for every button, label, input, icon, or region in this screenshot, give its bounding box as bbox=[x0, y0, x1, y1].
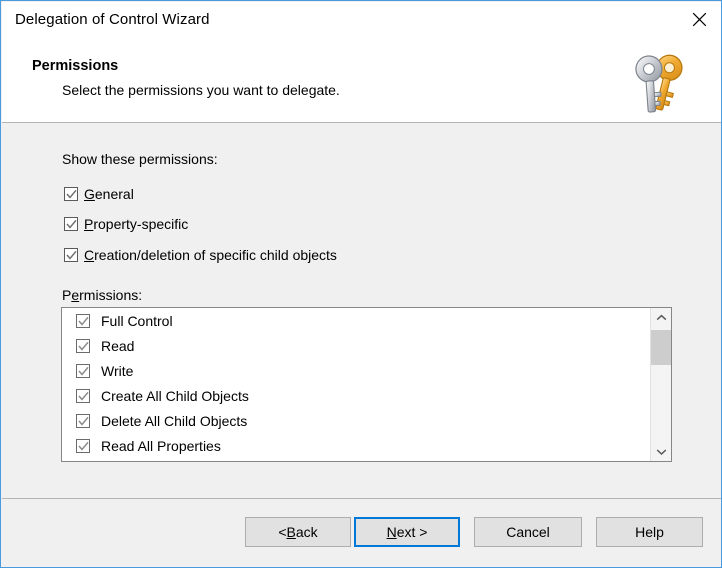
list-item[interactable]: Create All Child Objects bbox=[62, 383, 650, 408]
list-item[interactable]: Write bbox=[62, 358, 650, 383]
checkbox-general[interactable]: General bbox=[64, 186, 134, 202]
checkbox-property-specific[interactable]: Property-specific bbox=[64, 216, 188, 232]
accel-char: H bbox=[635, 524, 646, 540]
close-icon bbox=[692, 12, 707, 27]
checkbox-property-specific-label: Property-specific bbox=[84, 216, 188, 232]
scroll-up-button[interactable] bbox=[651, 308, 671, 327]
chevron-down-icon bbox=[656, 443, 667, 461]
scrollbar-thumb[interactable] bbox=[651, 330, 671, 365]
wizard-header: Permissions Select the permissions you w… bbox=[2, 38, 721, 123]
title-bar: Delegation of Control Wizard bbox=[2, 2, 721, 38]
accel-char: P bbox=[84, 216, 94, 232]
btn-post: ext > bbox=[396, 524, 428, 540]
dialog-footer: < Back Next > Cancel Help bbox=[2, 500, 721, 567]
checkbox-box bbox=[64, 187, 78, 201]
list-item[interactable]: Read All Properties bbox=[62, 433, 650, 458]
label-rest: roperty-specific bbox=[93, 216, 189, 232]
page-title: Permissions bbox=[32, 58, 119, 74]
checkbox-box bbox=[76, 338, 90, 353]
list-item-label: Full Control bbox=[101, 312, 173, 329]
checkbox-box bbox=[76, 438, 90, 453]
scroll-down-button[interactable] bbox=[651, 442, 671, 461]
list-item[interactable]: Delete All Child Objects bbox=[62, 408, 650, 433]
btn-post: elp bbox=[645, 524, 664, 540]
checkbox-box bbox=[64, 217, 78, 231]
window-title: Delegation of Control Wizard bbox=[15, 11, 210, 28]
btn-post: ancel bbox=[516, 524, 550, 540]
btn-post: ack bbox=[295, 524, 318, 540]
permissions-list: Full Control Read Write Create All Child… bbox=[62, 308, 650, 461]
accel-char: B bbox=[286, 524, 296, 540]
list-item[interactable]: Read bbox=[62, 333, 650, 358]
label-rest: reation/deletion of specific child objec… bbox=[94, 247, 337, 263]
accel-char: e bbox=[71, 287, 80, 303]
checkbox-creation-deletion-label: Creation/deletion of specific child obje… bbox=[84, 247, 337, 263]
delegation-wizard-dialog: Delegation of Control Wizard Permissions… bbox=[0, 0, 722, 568]
checkbox-box bbox=[76, 388, 90, 403]
list-item-label: Delete All Child Objects bbox=[101, 412, 248, 429]
checkbox-box bbox=[76, 363, 90, 378]
close-button[interactable] bbox=[676, 2, 721, 37]
cancel-button[interactable]: Cancel bbox=[474, 517, 582, 547]
wizard-body: Show these permissions: General Property… bbox=[2, 124, 721, 499]
help-button[interactable]: Help bbox=[596, 517, 703, 547]
next-button[interactable]: Next > bbox=[354, 517, 460, 547]
show-permissions-label: Show these permissions: bbox=[62, 151, 218, 167]
label-rest: rmissions: bbox=[79, 287, 143, 303]
accel-char: G bbox=[84, 186, 95, 202]
list-item-label: Read bbox=[101, 337, 135, 354]
list-item-partial[interactable] bbox=[62, 458, 650, 461]
page-subtitle: Select the permissions you want to deleg… bbox=[62, 82, 340, 98]
btn-pre: < bbox=[278, 524, 287, 540]
list-item-label: Create All Child Objects bbox=[101, 387, 249, 404]
back-button[interactable]: < Back bbox=[245, 517, 351, 547]
label-pre: P bbox=[62, 287, 72, 303]
checkbox-general-label: General bbox=[84, 186, 134, 202]
listbox-scrollbar[interactable] bbox=[650, 308, 671, 461]
keys-icon bbox=[630, 46, 704, 116]
permissions-label: Permissions: bbox=[62, 287, 142, 303]
checkbox-creation-deletion[interactable]: Creation/deletion of specific child obje… bbox=[64, 247, 337, 263]
label-rest: eneral bbox=[94, 186, 134, 202]
checkbox-box bbox=[76, 313, 90, 328]
checkbox-box bbox=[76, 413, 90, 428]
permissions-listbox[interactable]: Full Control Read Write Create All Child… bbox=[61, 307, 672, 462]
accel-char: N bbox=[386, 524, 397, 540]
list-item-label: Read All Properties bbox=[101, 437, 221, 454]
list-item-label: Write bbox=[101, 362, 134, 379]
accel-char: C bbox=[506, 524, 517, 540]
chevron-up-icon bbox=[656, 309, 667, 327]
accel-char: C bbox=[84, 247, 95, 263]
checkbox-box bbox=[64, 248, 78, 262]
list-item[interactable]: Full Control bbox=[62, 308, 650, 333]
